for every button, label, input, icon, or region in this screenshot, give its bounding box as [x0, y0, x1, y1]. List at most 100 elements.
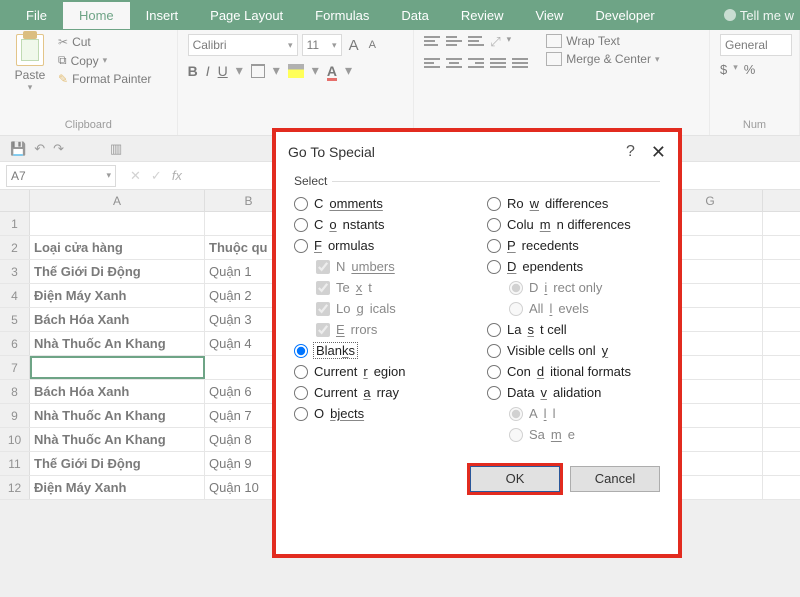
grow-font-button[interactable]: A — [346, 37, 362, 54]
cell[interactable] — [30, 212, 205, 235]
font-name-select[interactable]: Calibri▾ — [188, 34, 298, 56]
radio-visible-cells[interactable]: Visible cells only — [487, 343, 660, 358]
radio-objects[interactable]: Objects — [294, 406, 467, 421]
cell[interactable]: Thế Giới Di Động — [30, 452, 205, 475]
tab-formulas[interactable]: Formulas — [299, 2, 385, 29]
number-group-label: Num — [720, 119, 789, 133]
number-format-select[interactable]: General — [720, 34, 792, 56]
align-center-icon[interactable] — [446, 56, 462, 70]
col-header-a[interactable]: A — [30, 190, 205, 211]
orientation-button[interactable]: ⤢ — [490, 34, 500, 50]
radio-conditional-formats[interactable]: Conditional formats — [487, 364, 660, 379]
radio-formulas[interactable]: Formulas — [294, 238, 467, 253]
decrease-indent-icon[interactable] — [490, 56, 506, 70]
copy-button[interactable]: ⧉Copy▾ — [56, 52, 153, 69]
radio-column-differences[interactable]: Column differences — [487, 217, 660, 232]
radio-dependents[interactable]: Dependents — [487, 259, 660, 274]
row-header[interactable]: 11 — [0, 452, 30, 475]
accounting-button[interactable]: $ — [720, 62, 727, 77]
qat-icon[interactable]: ▥ — [110, 141, 122, 157]
ok-button[interactable]: OK — [470, 466, 560, 492]
fill-color-button[interactable] — [288, 64, 304, 78]
italic-button[interactable]: I — [206, 63, 210, 79]
format-painter-button[interactable]: ✎Format Painter — [56, 71, 153, 87]
increase-indent-icon[interactable] — [512, 56, 528, 70]
row-header[interactable]: 1 — [0, 212, 30, 235]
merge-center-button[interactable]: Merge & Center▾ — [546, 52, 659, 66]
ribbon-tabs: File Home Insert Page Layout Formulas Da… — [0, 0, 800, 30]
wrap-text-button[interactable]: Wrap Text — [546, 34, 659, 48]
cell[interactable]: Loại cửa hàng — [30, 236, 205, 259]
go-to-special-dialog: Go To Special ? ✕ Select Comments Consta… — [272, 128, 682, 558]
radio-row-differences[interactable]: Row differences — [487, 196, 660, 211]
bold-button[interactable]: B — [188, 63, 198, 79]
radio-last-cell[interactable]: Last cell — [487, 322, 660, 337]
name-box[interactable]: A7▾ — [6, 165, 116, 187]
undo-icon[interactable]: ↶ — [34, 141, 45, 157]
tab-page-layout[interactable]: Page Layout — [194, 2, 299, 29]
shrink-font-button[interactable]: A — [366, 39, 379, 51]
align-top-icon[interactable] — [424, 34, 440, 48]
paste-button[interactable]: Paste ▾ — [10, 34, 50, 93]
cell[interactable]: Điện Máy Xanh — [30, 284, 205, 307]
radio-data-validation[interactable]: Data validation — [487, 385, 660, 400]
cell[interactable]: Nhà Thuốc An Khang — [30, 404, 205, 427]
row-header[interactable]: 6 — [0, 332, 30, 355]
row-header[interactable]: 9 — [0, 404, 30, 427]
row-header[interactable]: 3 — [0, 260, 30, 283]
cell[interactable]: Bách Hóa Xanh — [30, 308, 205, 331]
tell-me[interactable]: Tell me w — [724, 8, 800, 23]
cell[interactable] — [30, 356, 205, 379]
cell[interactable]: Bách Hóa Xanh — [30, 380, 205, 403]
radio-constants[interactable]: Constants — [294, 217, 467, 232]
row-header[interactable]: 10 — [0, 428, 30, 451]
enter-icon[interactable]: ✓ — [151, 168, 162, 184]
tab-view[interactable]: View — [519, 2, 579, 29]
cell[interactable]: Nhà Thuốc An Khang — [30, 332, 205, 355]
fx-icon[interactable]: fx — [172, 168, 182, 184]
row-header[interactable]: 7 — [0, 356, 30, 379]
ribbon: Paste ▾ ✂Cut ⧉Copy▾ ✎Format Painter Clip… — [0, 30, 800, 136]
help-icon[interactable]: ? — [626, 143, 635, 161]
cancel-icon[interactable]: ✕ — [130, 168, 141, 184]
radio-current-region[interactable]: Current region — [294, 364, 467, 379]
cut-button[interactable]: ✂Cut — [56, 34, 153, 50]
cell[interactable]: Điện Máy Xanh — [30, 476, 205, 499]
row-header[interactable]: 8 — [0, 380, 30, 403]
clipboard-group-label: Clipboard — [10, 119, 167, 133]
align-bottom-icon[interactable] — [468, 34, 484, 48]
dialog-title: Go To Special — [288, 144, 626, 160]
tab-review[interactable]: Review — [445, 2, 520, 29]
scissors-icon: ✂ — [58, 35, 68, 49]
row-header[interactable]: 4 — [0, 284, 30, 307]
row-header[interactable]: 2 — [0, 236, 30, 259]
row-header[interactable]: 5 — [0, 308, 30, 331]
close-icon[interactable]: ✕ — [651, 142, 666, 163]
align-left-icon[interactable] — [424, 56, 440, 70]
font-color-button[interactable]: A — [327, 63, 337, 79]
merge-icon — [546, 52, 562, 66]
border-button[interactable] — [251, 64, 265, 78]
radio-blanks[interactable]: Blanks — [294, 343, 467, 358]
select-all-corner[interactable] — [0, 190, 30, 211]
tab-file[interactable]: File — [10, 2, 63, 29]
tab-data[interactable]: Data — [385, 2, 444, 29]
radio-precedents[interactable]: Precedents — [487, 238, 660, 253]
tab-home[interactable]: Home — [63, 2, 130, 29]
radio-current-array[interactable]: Current array — [294, 385, 467, 400]
radio-comments[interactable]: Comments — [294, 196, 467, 211]
cell[interactable]: Thế Giới Di Động — [30, 260, 205, 283]
cell[interactable]: Nhà Thuốc An Khang — [30, 428, 205, 451]
cancel-button[interactable]: Cancel — [570, 466, 660, 492]
font-size-select[interactable]: 11▾ — [302, 34, 342, 56]
underline-button[interactable]: U — [218, 63, 228, 79]
percent-button[interactable]: % — [744, 62, 756, 77]
tab-insert[interactable]: Insert — [130, 2, 195, 29]
tab-developer[interactable]: Developer — [579, 2, 670, 29]
save-icon[interactable]: 💾 — [10, 141, 26, 157]
check-text: Text — [294, 280, 467, 295]
align-middle-icon[interactable] — [446, 34, 462, 48]
row-header[interactable]: 12 — [0, 476, 30, 499]
align-right-icon[interactable] — [468, 56, 484, 70]
redo-icon[interactable]: ↷ — [53, 141, 64, 157]
